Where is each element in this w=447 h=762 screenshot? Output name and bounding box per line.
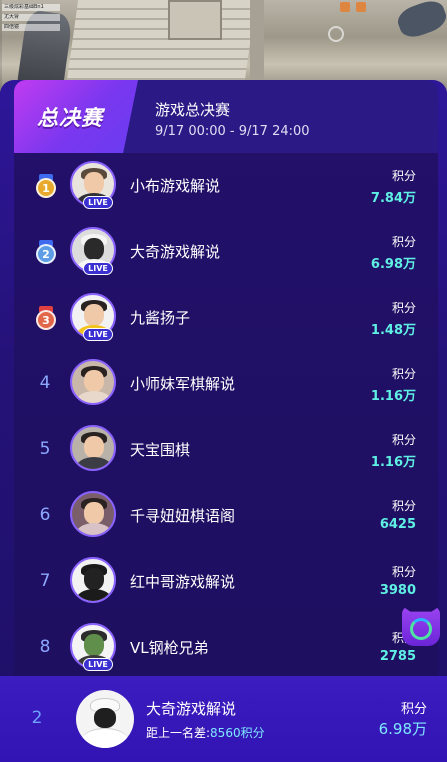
my-name[interactable]: 大奇游戏解说	[146, 698, 236, 719]
avatar-face	[84, 634, 104, 656]
streamer-name[interactable]: 千寻妞妞棋语阁	[130, 505, 235, 526]
live-badge: LIVE	[83, 658, 113, 671]
avatar-body	[76, 589, 112, 601]
crosshair-icon	[328, 26, 344, 42]
score-gap-label: 距上一名差:	[146, 726, 211, 740]
avatar[interactable]	[70, 491, 116, 537]
avatar-face	[84, 238, 104, 260]
score-value: 2785	[379, 649, 416, 664]
streamer-name[interactable]: 小布游戏解说	[130, 175, 220, 196]
score-gap-value: 8560积分	[210, 726, 265, 740]
rank-number: 6	[39, 505, 51, 525]
ranking-row[interactable]: 3 LIVE 九酱扬子 积分 1.48万	[14, 285, 438, 351]
score-label: 积分	[391, 433, 416, 447]
score-label: 积分	[391, 235, 416, 249]
gold-medal-icon: 1	[35, 174, 57, 198]
rank-number: 8	[39, 637, 51, 657]
game-hud-icons	[340, 2, 366, 12]
leaderboard-panel: 总决赛 游戏总决赛 9/17 00:00 - 9/17 24:00 1 LIVE…	[0, 80, 447, 762]
score-value: 1.16万	[370, 455, 416, 470]
bronze-medal-icon: 3	[35, 306, 57, 330]
streamer-name[interactable]: 大奇游戏解说	[130, 241, 220, 262]
avatar[interactable]	[70, 557, 116, 603]
game-hud-line: 尤大肾	[2, 14, 60, 21]
ranking-row[interactable]: 2 LIVE 大奇游戏解说 积分 6.98万	[14, 219, 438, 285]
ranking-row[interactable]: 4 小师妹军棋解说 积分 1.16万	[14, 351, 438, 417]
avatar-face	[84, 172, 104, 194]
score-value: 7.84万	[370, 191, 416, 206]
my-rank-number: 2	[31, 708, 43, 728]
score-value: 3980	[379, 583, 416, 598]
contest-title: 游戏总决赛	[155, 101, 231, 119]
game-hud-list: 三级炫彩基础Bn1 尤大肾 四倍镜	[2, 4, 60, 34]
avatar-face	[94, 708, 116, 728]
avatar-face	[84, 502, 104, 524]
score-label: 积分	[391, 301, 416, 315]
medal-disc: 1	[36, 178, 56, 198]
game-hud-line: 三级炫彩基础Bn1	[2, 4, 60, 11]
streamer-name[interactable]: 红中哥游戏解说	[130, 571, 235, 592]
building-wall	[65, 0, 257, 88]
score-label: 积分	[391, 367, 416, 381]
ranking-row[interactable]: 8 LIVE VL钢枪兄弟 积分 2785	[14, 615, 438, 681]
score-value: 1.16万	[370, 389, 416, 404]
my-score-value: 6.98万	[378, 720, 427, 738]
live-badge: LIVE	[83, 262, 113, 275]
building-door	[168, 0, 222, 40]
ping-icon	[340, 2, 350, 12]
medal-disc: 2	[36, 244, 56, 264]
my-avatar[interactable]	[76, 690, 134, 748]
avatar-face	[84, 370, 104, 392]
avatar[interactable]	[70, 359, 116, 405]
score-value: 6425	[379, 517, 416, 532]
contest-time: 9/17 00:00 - 9/17 24:00	[155, 124, 310, 139]
final-badge: 总决赛	[14, 80, 138, 153]
medal-disc: 3	[36, 310, 56, 330]
contest-header: 总决赛 游戏总决赛 9/17 00:00 - 9/17 24:00	[14, 80, 438, 153]
refresh-button[interactable]	[402, 606, 440, 646]
streamer-name[interactable]: 天宝围棋	[130, 439, 190, 460]
game-hud-line: 四倍镜	[2, 24, 60, 31]
avatar-body	[76, 391, 112, 403]
score-gap: 距上一名差:8560积分	[146, 724, 265, 741]
my-score-label: 积分	[400, 702, 427, 717]
ping-icon	[356, 2, 366, 12]
ranking-row[interactable]: 7 红中哥游戏解说 积分 3980	[14, 549, 438, 615]
avatar-body	[76, 457, 112, 469]
avatar-face	[84, 436, 104, 458]
rank-number: 4	[39, 373, 51, 393]
ranking-row[interactable]: 1 LIVE 小布游戏解说 积分 7.84万	[14, 153, 438, 219]
game-scene-background: 三级炫彩基础Bn1 尤大肾 四倍镜	[0, 0, 447, 92]
silver-medal-icon: 2	[35, 240, 57, 264]
refresh-icon	[410, 618, 432, 640]
avatar-face	[84, 568, 104, 590]
final-badge-label: 总决赛	[37, 105, 103, 130]
avatar-body	[76, 523, 112, 535]
streamer-name[interactable]: 小师妹军棋解说	[130, 373, 235, 394]
score-label: 积分	[391, 169, 416, 183]
rank-number: 5	[39, 439, 51, 459]
live-badge: LIVE	[83, 328, 113, 341]
ranking-row[interactable]: 5 天宝围棋 积分 1.16万	[14, 417, 438, 483]
streamer-name[interactable]: 九酱扬子	[130, 307, 190, 328]
avatar-face	[84, 304, 104, 326]
building-pillar	[250, 0, 264, 88]
avatar[interactable]	[70, 425, 116, 471]
streamer-name[interactable]: VL钢枪兄弟	[130, 637, 209, 658]
my-ranking-bar[interactable]: 2 大奇游戏解说 距上一名差:8560积分 积分 6.98万	[0, 676, 447, 762]
rank-number: 7	[39, 571, 51, 591]
ranking-list: 1 LIVE 小布游戏解说 积分 7.84万 2 LIVE 大奇游戏解说 积分 …	[14, 153, 438, 751]
score-label: 积分	[391, 565, 416, 579]
avatar-body	[82, 728, 128, 748]
ranking-row[interactable]: 6 千寻妞妞棋语阁 积分 6425	[14, 483, 438, 549]
score-value: 1.48万	[370, 323, 416, 338]
enemy-character	[394, 0, 447, 42]
score-label: 积分	[391, 499, 416, 513]
score-value: 6.98万	[370, 257, 416, 272]
live-badge: LIVE	[83, 196, 113, 209]
